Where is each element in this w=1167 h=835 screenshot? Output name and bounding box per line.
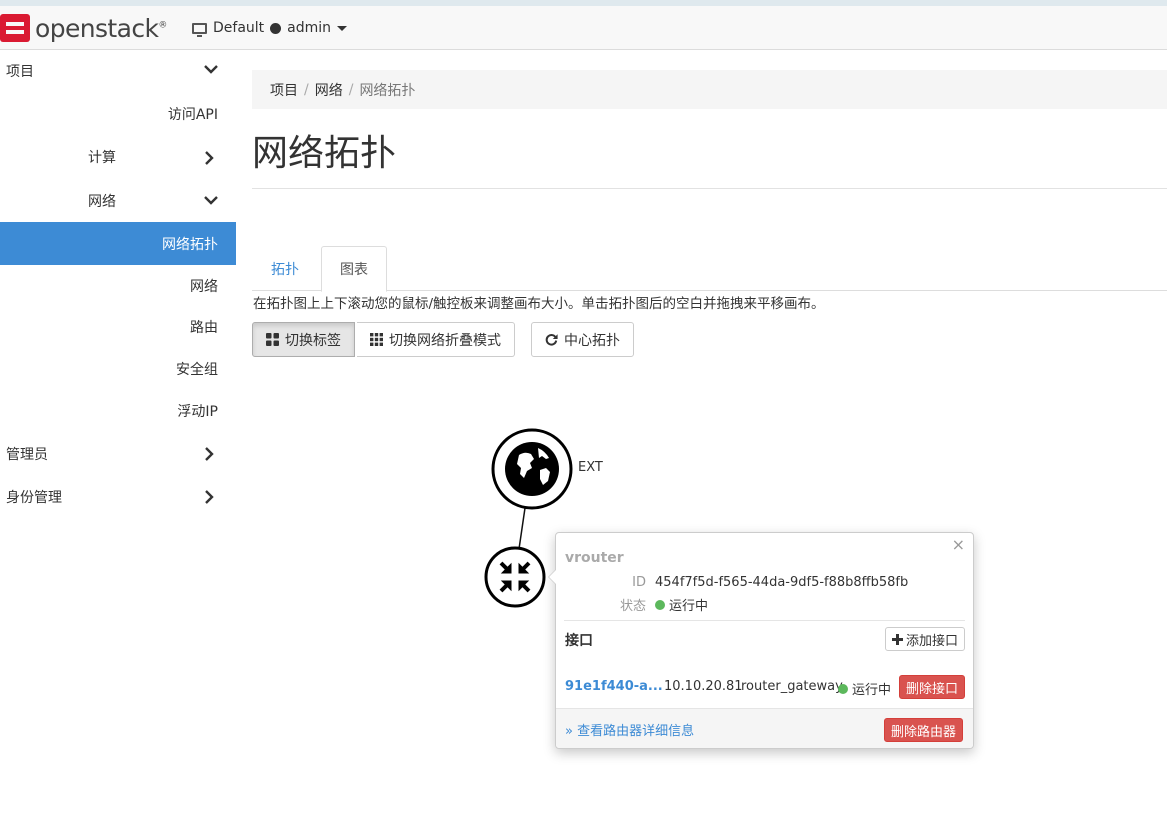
center-topology-button[interactable]: 中心拓扑 (531, 322, 634, 357)
interface-status-text: 运行中 (852, 683, 892, 698)
brand-name: openstack (35, 13, 159, 43)
interface-port-link[interactable]: 91e1f440-a... (565, 679, 663, 694)
user-label: admin (287, 20, 332, 36)
sidebar-item-label: 访问API (167, 106, 218, 123)
router-status-label: 状态 (619, 599, 646, 614)
topology-hint-text: 在拓扑图上上下滚动您的鼠标/触控板来调整画布大小。单击拓扑图后的空白并拖拽来平移… (253, 296, 825, 312)
th-icon (370, 333, 383, 346)
openstack-logo-icon (0, 14, 30, 42)
sidebar-item-access-api[interactable]: 访问API (0, 92, 236, 135)
popover-footer: » 查看路由器详细信息 删除路由器 (556, 708, 973, 748)
top-navbar: openstack® Default admin (0, 6, 1167, 50)
view-tabs: 拓扑 图表 (252, 246, 1167, 292)
breadcrumb-item-project[interactable]: 项目 (270, 80, 298, 100)
sidebar-item-admin[interactable]: 管理员 (0, 432, 236, 475)
separator-dot-icon (270, 22, 282, 34)
add-interface-label: 添加接口 (906, 633, 959, 649)
router-status-value: 运行中 (655, 595, 708, 614)
toggle-collapse-label: 切换网络折叠模式 (389, 332, 501, 349)
tab-topology[interactable]: 拓扑 (253, 246, 317, 291)
view-router-details-link[interactable]: » 查看路由器详细信息 (565, 720, 694, 739)
project-context-selector[interactable]: Default admin (192, 18, 348, 38)
interface-status: 运行中 (838, 679, 891, 698)
chevron-down-icon (204, 195, 218, 207)
chevron-right-icon (204, 151, 216, 165)
tab-graph[interactable]: 图表 (321, 246, 387, 292)
status-ok-icon (838, 683, 848, 694)
chevron-down-icon (204, 64, 218, 76)
breadcrumb-item-current: 网络拓扑 (359, 82, 416, 99)
sidebar-item-security-groups[interactable]: 安全组 (0, 348, 236, 390)
interfaces-heading: 接口 (565, 633, 593, 649)
toggle-network-collapse-button[interactable]: 切换网络折叠模式 (357, 322, 515, 357)
router-node[interactable] (484, 546, 546, 608)
breadcrumb: 项目 / 网络 / 网络拓扑 (252, 70, 1167, 109)
title-divider (252, 188, 1167, 189)
sidebar-item-label: 安全组 (176, 362, 218, 378)
delete-interface-button[interactable]: 删除接口 (899, 675, 966, 699)
sidebar-item-compute[interactable]: 计算 (0, 135, 236, 179)
popover-divider (564, 620, 965, 621)
close-icon[interactable]: × (952, 535, 965, 554)
page-title: 网络拓扑 (252, 133, 397, 174)
openstack-logo[interactable]: openstack® (0, 12, 167, 44)
sidebar-item-routers[interactable]: 路由 (0, 306, 236, 348)
router-id-label: ID (632, 575, 646, 590)
toggle-labels-button[interactable]: 切换标签 (252, 322, 355, 357)
interface-type: router_gateway (741, 679, 843, 694)
monitor-icon (192, 22, 207, 37)
plus-icon (892, 633, 903, 645)
refresh-icon (545, 334, 558, 346)
sidebar-item-label: 网络拓扑 (162, 236, 218, 253)
router-id-value: 454f7f5d-f565-44da-9df5-f88b8ffb58fb (655, 575, 909, 590)
center-topology-label: 中心拓扑 (564, 332, 620, 349)
sidebar-item-project[interactable]: 项目 (0, 50, 236, 92)
sidebar-item-label: 身份管理 (6, 489, 62, 506)
sidebar-item-networks[interactable]: 网络 (0, 265, 236, 306)
breadcrumb-separator: / (304, 81, 309, 98)
delete-router-button[interactable]: 删除路由器 (884, 718, 964, 742)
sidebar-item-label: 路由 (190, 320, 218, 336)
sidebar-item-label: 浮动IP (177, 404, 218, 420)
add-interface-button[interactable]: 添加接口 (885, 627, 966, 651)
status-ok-icon (655, 599, 665, 610)
sidebar-item-label: 项目 (6, 64, 34, 80)
router-details-popover: × vrouter ID 454f7f5d-f565-44da-9df5-f88… (548, 532, 974, 749)
sidebar-item-network[interactable]: 网络 (0, 179, 236, 222)
router-status-text: 运行中 (669, 599, 709, 614)
sidebar-item-identity[interactable]: 身份管理 (0, 475, 236, 518)
router-name: vrouter (565, 550, 624, 566)
sidebar-item-label: 计算 (88, 150, 116, 166)
sidebar-item-floating-ips[interactable]: 浮动IP (0, 390, 236, 432)
sidebar: 项目 访问API 计算 网络 网络拓扑 网络 路由 安全组 浮动IP 管理员 身… (0, 50, 236, 518)
external-network-node[interactable] (491, 428, 573, 510)
breadcrumb-separator: / (348, 81, 354, 98)
toggle-labels-label: 切换标签 (285, 332, 341, 349)
sidebar-item-label: 网络 (190, 278, 218, 295)
th-large-icon (266, 333, 279, 346)
domain-label: Default (213, 20, 265, 36)
popover-arrow (548, 569, 556, 585)
external-network-label: EXT (578, 460, 603, 475)
breadcrumb-item-network[interactable]: 网络 (315, 80, 343, 100)
chevron-right-icon (204, 490, 216, 504)
chevron-right-icon (204, 447, 216, 461)
interface-ip: 10.10.20.81 (664, 679, 743, 694)
network-link (518, 507, 526, 550)
sidebar-item-network-topology[interactable]: 网络拓扑 (0, 222, 236, 265)
sidebar-item-label: 网络 (88, 193, 116, 210)
caret-down-icon (337, 25, 348, 31)
sidebar-item-label: 管理员 (6, 446, 48, 463)
